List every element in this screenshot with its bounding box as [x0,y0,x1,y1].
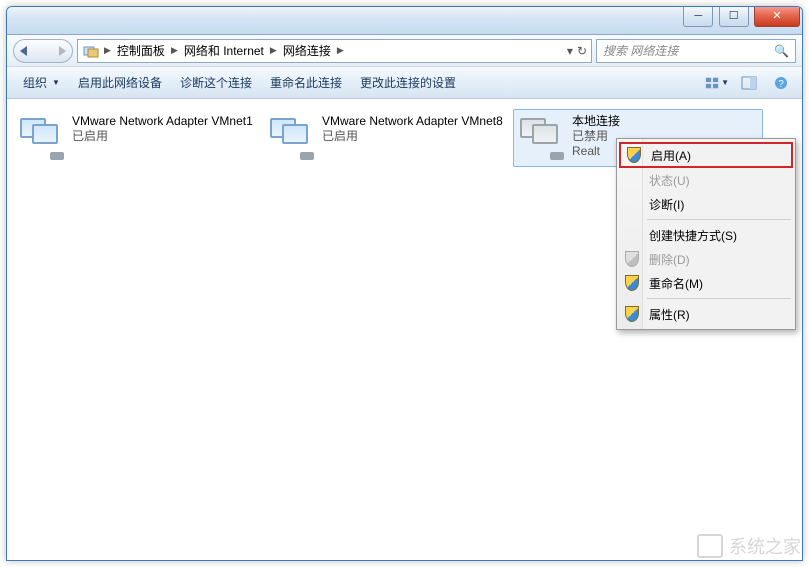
context-enable[interactable]: 启用(A) [619,142,793,168]
context-properties[interactable]: 属性(R) [619,302,793,326]
network-adapter-icon [518,114,566,162]
chevron-right-icon: ▶ [337,45,344,56]
network-folder-icon [82,43,100,59]
chevron-down-icon: ▼ [721,78,729,87]
address-dropdown-button[interactable]: ▾ [567,44,573,58]
connection-device: Realt [572,144,620,159]
watermark-text: 系统之家 [729,533,801,559]
connection-item[interactable]: VMware Network Adapter VMnet1 已启用 [13,109,263,167]
address-bar[interactable]: ▶ 控制面板 ▶ 网络和 Internet ▶ 网络连接 ▶ ▾ ↻ [77,39,592,63]
menu-separator [647,219,791,220]
search-icon: 🔍 [774,44,789,58]
breadcrumb-item[interactable]: 网络连接 [281,42,333,59]
context-label: 状态(U) [649,172,690,189]
help-button[interactable]: ? [768,72,794,94]
diagnose-button[interactable]: 诊断这个连接 [172,70,260,95]
context-label: 启用(A) [651,147,691,164]
minimize-button[interactable]: ─ [683,7,713,27]
change-settings-button[interactable]: 更改此连接的设置 [352,70,464,95]
toolbar: 组织 ▼ 启用此网络设备 诊断这个连接 重命名此连接 更改此连接的设置 ▼ ? [7,67,802,99]
chevron-right-icon: ▶ [171,45,178,56]
shield-icon [625,306,641,322]
context-status: 状态(U) [619,168,793,192]
chevron-right-icon: ▶ [104,45,111,56]
context-diagnose[interactable]: 诊断(I) [619,192,793,216]
chevron-right-icon: ▶ [270,45,277,56]
watermark-logo-icon [697,534,723,558]
enable-device-button[interactable]: 启用此网络设备 [70,70,170,95]
organize-menu[interactable]: 组织 ▼ [15,70,68,95]
breadcrumb-item[interactable]: 网络和 Internet [182,42,266,59]
context-label: 属性(R) [649,306,690,323]
context-label: 诊断(I) [649,196,684,213]
connection-name: VMware Network Adapter VMnet1 [72,114,253,129]
search-input[interactable]: 搜索 网络连接 🔍 [596,39,796,63]
connection-status: 已启用 [72,129,253,144]
shield-icon [627,147,643,163]
context-label: 创建快捷方式(S) [649,227,737,244]
context-shortcut[interactable]: 创建快捷方式(S) [619,223,793,247]
window-frame: ─ ☐ ✕ ▶ 控制面板 ▶ 网络和 Internet ▶ 网络连接 ▶ ▾ ↻… [6,6,803,561]
view-options-button[interactable]: ▼ [704,72,730,94]
svg-text:?: ? [778,79,784,90]
toolbar-label: 组织 [23,74,47,91]
forward-button[interactable] [59,46,66,56]
address-row: ▶ 控制面板 ▶ 网络和 Internet ▶ 网络连接 ▶ ▾ ↻ 搜索 网络… [7,35,802,67]
back-button[interactable] [20,46,27,56]
maximize-button[interactable]: ☐ [719,7,749,27]
breadcrumb-item[interactable]: 控制面板 [115,42,167,59]
search-placeholder: 搜索 网络连接 [603,42,678,59]
connection-status: 已启用 [322,129,503,144]
context-delete: 删除(D) [619,247,793,271]
network-adapter-icon [18,114,66,162]
preview-pane-button[interactable] [736,72,762,94]
watermark: 系统之家 [697,533,801,559]
connection-item[interactable]: VMware Network Adapter VMnet8 已启用 [263,109,513,167]
context-label: 重命名(M) [649,275,703,292]
context-menu: 启用(A) 状态(U) 诊断(I) 创建快捷方式(S) 删除(D) 重命名(M) [616,138,796,330]
context-rename[interactable]: 重命名(M) [619,271,793,295]
rename-button[interactable]: 重命名此连接 [262,70,350,95]
network-adapter-icon [268,114,316,162]
chevron-down-icon: ▼ [52,78,60,87]
close-button[interactable]: ✕ [754,7,800,27]
refresh-button[interactable]: ↻ [577,44,587,58]
nav-buttons [13,39,73,63]
connection-status: 已禁用 [572,129,620,144]
shield-icon [625,275,641,291]
connection-name: 本地连接 [572,114,620,129]
titlebar: ─ ☐ ✕ [7,7,802,35]
connection-name: VMware Network Adapter VMnet8 [322,114,503,129]
context-label: 删除(D) [649,251,690,268]
menu-separator [647,298,791,299]
shield-icon [625,251,641,267]
